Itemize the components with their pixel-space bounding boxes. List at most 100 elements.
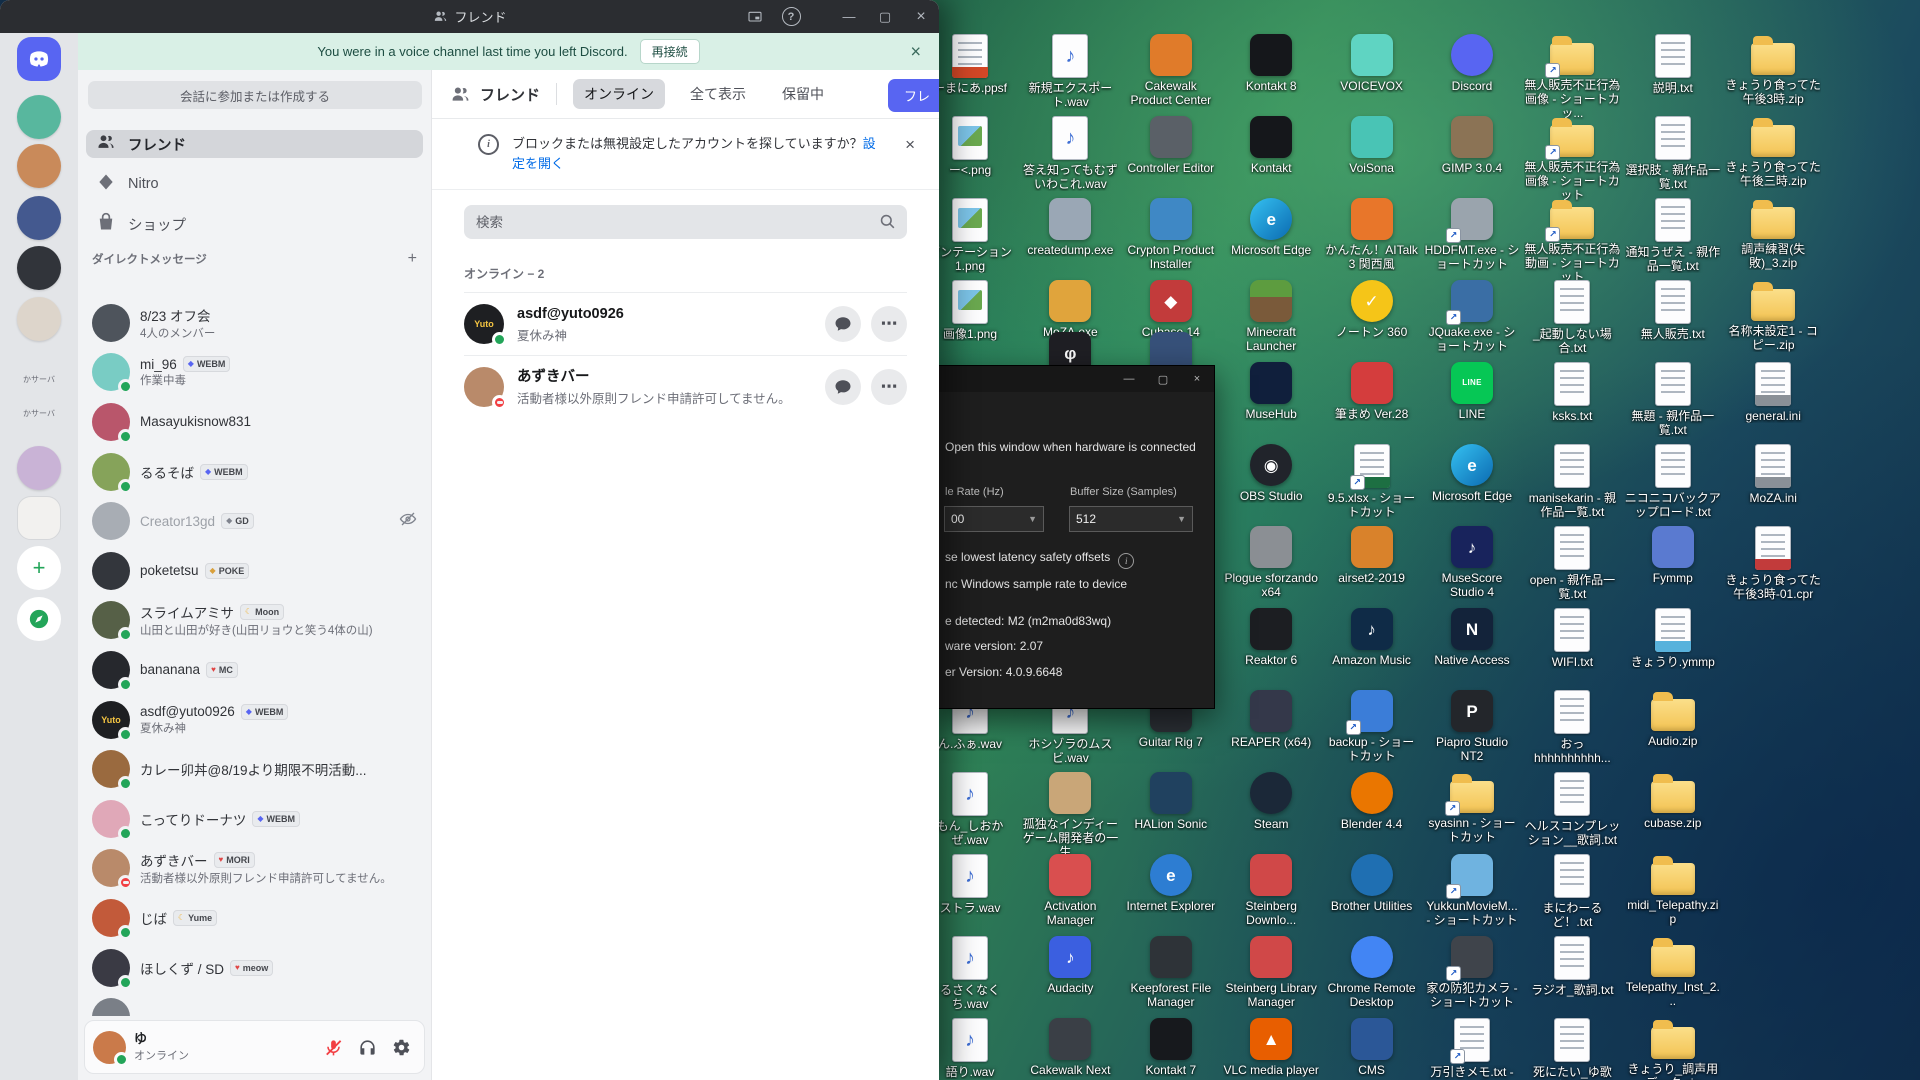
dm-list-item[interactable]: Masayukisnow831 — [86, 397, 423, 447]
sync-sample-rate-option[interactable]: nc Windows sample rate to device — [945, 577, 1208, 591]
desktop-icon[interactable]: airset2-2019 — [1324, 526, 1420, 585]
help-icon[interactable]: ? — [773, 0, 809, 33]
dm-list-item[interactable] — [86, 992, 423, 1016]
info-icon[interactable]: i — [1118, 553, 1134, 569]
desktop-icon[interactable]: きょうり食ってた午後3時-01.cpr — [1725, 526, 1821, 601]
desktop-icon[interactable]: ラジオ_歌詞.txt — [1524, 936, 1620, 997]
desktop-icon[interactable]: 新規エクスポート.wav — [1022, 34, 1118, 109]
desktop-icon[interactable]: eMicrosoft Edge — [1424, 444, 1520, 503]
add-friend-button[interactable]: フレ — [888, 79, 939, 112]
desktop-icon[interactable]: ヘルスコンプレッション__歌詞.txt — [1524, 772, 1620, 847]
desktop-icon[interactable]: 筆まめ Ver.28 — [1324, 362, 1420, 421]
close-button[interactable]: × — [903, 0, 939, 33]
microphone-muted-icon[interactable] — [318, 1032, 348, 1062]
desktop-icon[interactable]: ↗万引きメモ.txt - ショートカット — [1424, 1018, 1520, 1080]
desktop-icon[interactable]: Steinberg Library Manager — [1223, 936, 1319, 1009]
info-close-icon[interactable]: × — [905, 135, 915, 155]
friend-row[interactable]: Yutoasdf@yuto0926夏休み神⋯ — [464, 292, 907, 355]
desktop-icon[interactable]: まにわーるど！.txt — [1524, 854, 1620, 929]
desktop-icon[interactable]: ▲VLC media player — [1223, 1018, 1319, 1077]
desktop-icon[interactable]: Brother Utilities — [1324, 854, 1420, 913]
dialog-minimize-button[interactable]: — — [1112, 366, 1146, 392]
desktop-icon[interactable]: Chrome Remote Desktop — [1324, 936, 1420, 1009]
desktop-icon[interactable]: ↗syasinn - ショートカット — [1424, 772, 1520, 844]
desktop-icon[interactable]: general.ini — [1725, 362, 1821, 423]
desktop-icon[interactable]: Blender 4.4 — [1324, 772, 1420, 831]
dialog-maximize-button[interactable]: ▢ — [1146, 366, 1180, 392]
desktop-icon[interactable]: きょうり.ymmp — [1625, 608, 1721, 669]
desktop-icon[interactable]: Steam — [1223, 772, 1319, 831]
desktop-icon[interactable]: ♪Amazon Music — [1324, 608, 1420, 667]
tab-online[interactable]: オンライン — [573, 79, 665, 109]
reconnect-button[interactable]: 再接続 — [640, 39, 700, 64]
server-icon[interactable] — [17, 144, 61, 188]
desktop-icon[interactable]: Steinberg Downlo... — [1223, 854, 1319, 927]
dm-list-item[interactable]: カレー卯丼@8/19より期限不明活動... — [86, 744, 423, 794]
dm-list-item[interactable]: ほしくず / SD♥meow — [86, 943, 423, 993]
desktop-icon[interactable]: Kontakt 8 — [1223, 34, 1319, 93]
desktop-icon[interactable]: cubase.zip — [1625, 772, 1721, 830]
desktop-icon[interactable]: Crypton Product Installer — [1123, 198, 1219, 271]
desktop-icon[interactable]: Plogue sforzando x64 — [1223, 526, 1319, 599]
dm-list-item[interactable]: mi_96◆WEBM作業中毒 — [86, 348, 423, 398]
desktop-icon[interactable]: open - 親作品一覧.txt — [1524, 526, 1620, 601]
sample-rate-select[interactable]: 00 ▼ — [944, 506, 1044, 532]
desktop-icon[interactable]: PPiapro Studio NT2 — [1424, 690, 1520, 763]
dm-list-item[interactable]: スライムアミサ☾Moon山田と山田が好き(山田リョウと笑う4体の山) — [86, 596, 423, 646]
sidebar-item-friends[interactable]: フレンド — [86, 130, 423, 158]
desktop-icon[interactable]: REAPER (x64) — [1223, 690, 1319, 749]
desktop-icon[interactable]: _起動しない場合.txt — [1524, 280, 1620, 355]
desktop-icon[interactable]: manisekarin - 親作品一覧.txt — [1524, 444, 1620, 519]
dm-list-item[interactable]: Creator13gd◆GD — [86, 496, 423, 546]
add-server-button[interactable]: + — [17, 546, 61, 590]
desktop-icon[interactable]: CMS — [1324, 1018, 1420, 1077]
desktop-icon[interactable]: HALion Sonic — [1123, 772, 1219, 831]
desktop-icon[interactable]: WIFI.txt — [1524, 608, 1620, 669]
desktop-icon[interactable]: createdump.exe — [1022, 198, 1118, 257]
desktop-icon[interactable]: 死にたい_ゆ歌詞.txt — [1524, 1018, 1620, 1080]
desktop-icon[interactable]: MoZA.ini — [1725, 444, 1821, 505]
gear-icon[interactable] — [386, 1032, 416, 1062]
desktop-icon[interactable]: Kontakt — [1223, 116, 1319, 175]
desktop-icon[interactable]: Reaktor 6 — [1223, 608, 1319, 667]
desktop-icon[interactable]: 孤独なインディーゲーム開発者の一生... — [1022, 772, 1118, 859]
create-dm-icon[interactable]: + — [408, 250, 417, 268]
server-name-label[interactable]: かサーバ — [9, 409, 69, 418]
banner-close-icon[interactable]: × — [910, 41, 921, 62]
dm-list-item[interactable]: poketetsu◆POKE — [86, 546, 423, 596]
desktop-icon[interactable]: Discord — [1424, 34, 1520, 93]
more-button[interactable]: ⋯ — [871, 306, 907, 342]
desktop-icon[interactable]: 選択肢 - 親作品一覧.txt — [1625, 116, 1721, 191]
desktop-icon[interactable]: ↗無人販売不正行為動画 - ショートカット — [1524, 198, 1620, 284]
dialog-close-button[interactable]: × — [1180, 366, 1214, 392]
dm-list-item[interactable]: bananana♥MC — [86, 645, 423, 695]
desktop-icon[interactable]: ◆Cubase 14 — [1123, 280, 1219, 339]
join-conversation-button[interactable]: 会話に参加または作成する — [88, 81, 422, 109]
message-button[interactable] — [825, 369, 861, 405]
dm-list-item[interactable]: じば☾Yume — [86, 893, 423, 943]
tab-pending[interactable]: 保留中 — [771, 79, 835, 109]
dm-list-item[interactable]: 8/23 オフ会4人のメンバー — [86, 298, 423, 348]
desktop-icon[interactable]: MuseHub — [1223, 362, 1319, 421]
desktop-icon[interactable]: 説明.txt — [1625, 34, 1721, 95]
more-button[interactable]: ⋯ — [871, 369, 907, 405]
maximize-button[interactable]: ▢ — [867, 0, 903, 33]
server-icon[interactable] — [17, 446, 61, 490]
desktop-icon[interactable]: Cakewalk Next — [1022, 1018, 1118, 1077]
desktop-icon[interactable]: VoiSona — [1324, 116, 1420, 175]
desktop-icon[interactable]: LINELINE — [1424, 362, 1520, 421]
desktop-icon[interactable]: Activation Manager — [1022, 854, 1118, 927]
discord-titlebar[interactable]: フレンド ? — ▢ × — [0, 0, 939, 33]
lowest-latency-option[interactable]: se lowest latency safety offsetsi — [945, 550, 1208, 569]
desktop-icon[interactable]: かんたん！AITalk 3 関西風 — [1324, 198, 1420, 271]
desktop-icon[interactable]: 無人販売.txt — [1625, 280, 1721, 341]
desktop-icon[interactable]: midi_Telepathy.zip — [1625, 854, 1721, 926]
desktop-icon[interactable]: きょうり食ってた午後3時.zip — [1725, 34, 1821, 106]
desktop-icon[interactable]: ◉OBS Studio — [1223, 444, 1319, 503]
desktop-icon[interactable]: MoZA.exe — [1022, 280, 1118, 339]
desktop-icon[interactable]: ↗backup - ショートカット — [1324, 690, 1420, 763]
dm-list-item[interactable]: あずきバー♥MORI活動者様以外原則フレンド申請許可してません。 — [86, 844, 423, 894]
server-icon[interactable] — [17, 246, 61, 290]
pip-icon[interactable] — [737, 0, 773, 33]
desktop-icon[interactable]: Controller Editor — [1123, 116, 1219, 175]
